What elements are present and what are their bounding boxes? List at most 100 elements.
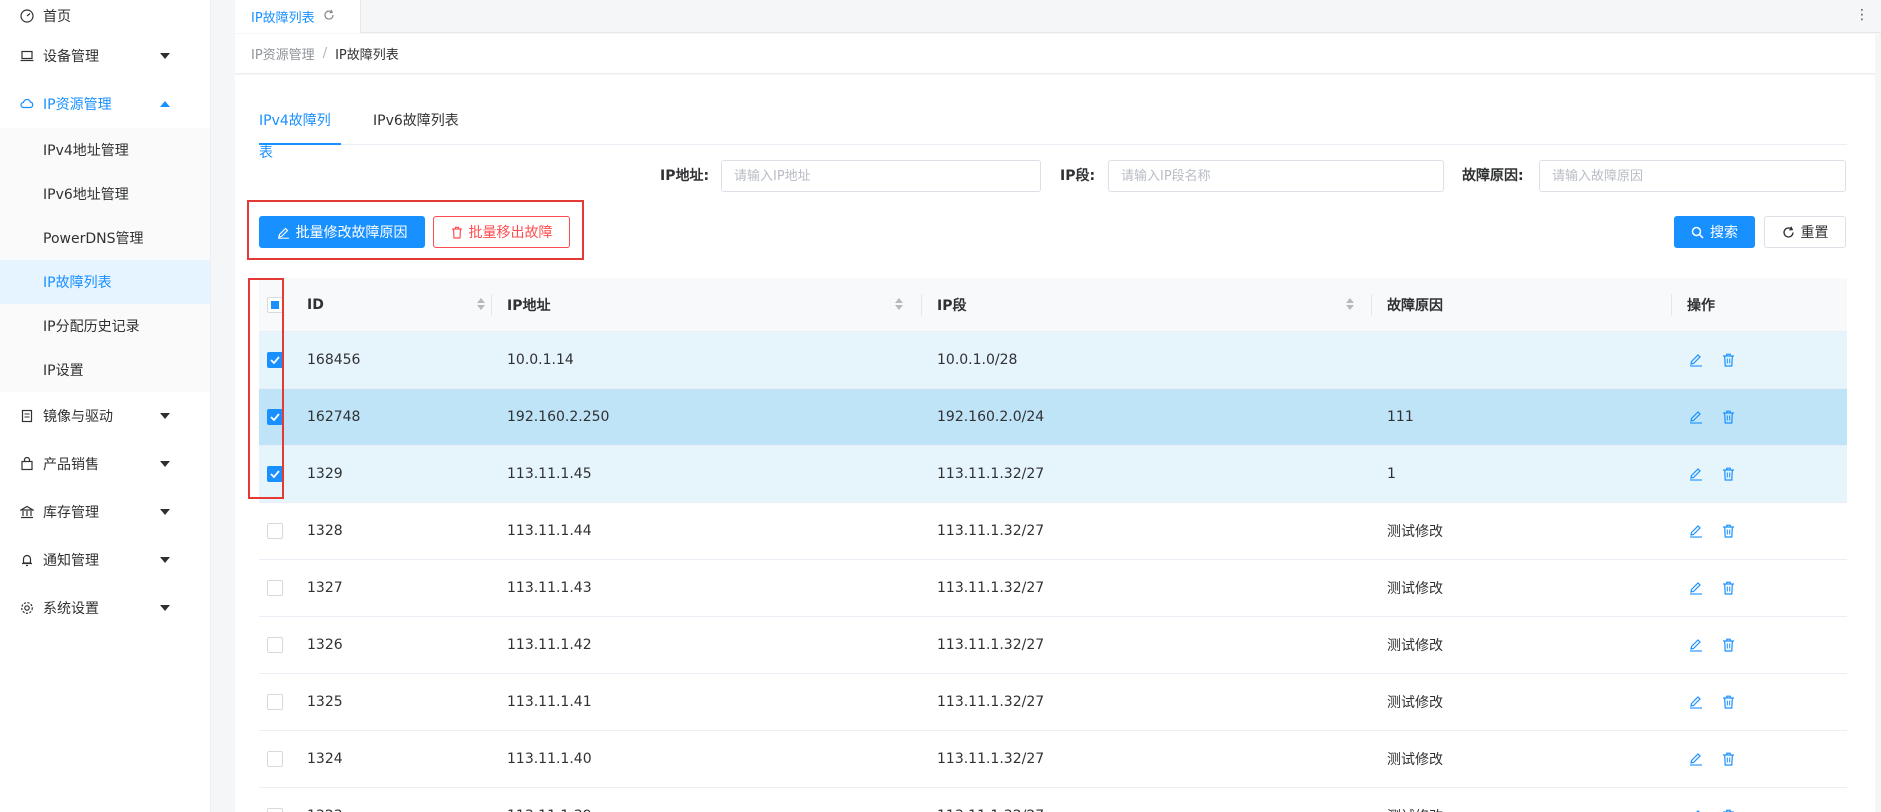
tab-ipv6-fault[interactable]: IPv6故障列表 (373, 105, 459, 145)
cell-ops (1687, 389, 1751, 445)
refresh-icon[interactable] (323, 9, 335, 25)
row-checkbox[interactable] (259, 674, 291, 730)
menu-ip-resource[interactable]: IP资源管理 (0, 80, 210, 128)
ip-address-input[interactable] (721, 160, 1041, 192)
page-tab-bar: IP故障列表 ⋮ (235, 0, 1881, 33)
delete-icon[interactable] (1719, 807, 1737, 812)
menu-ip-resource-label: IP资源管理 (43, 97, 112, 113)
row-checkbox[interactable] (259, 560, 291, 616)
menu-stock[interactable]: 库存管理 (0, 488, 210, 536)
cell-ip: 113.11.1.41 (507, 694, 592, 710)
fault-reason-input[interactable] (1539, 160, 1846, 192)
cell-ops (1687, 332, 1751, 388)
cell-segment: 113.11.1.32/27 (937, 466, 1045, 482)
delete-icon[interactable] (1719, 408, 1737, 426)
menu-home[interactable]: 首页 (0, 0, 210, 32)
menu-mirror[interactable]: 镜像与驱动 (0, 392, 210, 440)
row-checkbox[interactable] (259, 503, 291, 559)
edit-icon[interactable] (1687, 351, 1705, 369)
delete-icon[interactable] (1719, 579, 1737, 597)
submenu-ip-fault[interactable]: IP故障列表 (0, 260, 210, 304)
tab-ipv4-fault[interactable]: IPv4故障列表 (259, 105, 341, 161)
more-vertical-icon[interactable]: ⋮ (1855, 7, 1869, 23)
delete-icon[interactable] (1719, 750, 1737, 768)
edit-icon[interactable] (1687, 522, 1705, 540)
cell-ops (1687, 788, 1751, 812)
delete-icon[interactable] (1719, 465, 1737, 483)
sort-segment-icon[interactable] (1346, 298, 1354, 310)
menu-notify[interactable]: 通知管理 (0, 536, 210, 584)
cell-reason: 111 (1387, 409, 1414, 425)
table-row[interactable]: 1323 113.11.1.39 113.11.1.32/27 测试修改 (259, 788, 1847, 812)
menu-stock-label: 库存管理 (43, 505, 99, 521)
table-row[interactable]: 1325 113.11.1.41 113.11.1.32/27 测试修改 (259, 674, 1847, 731)
checkbox-empty-icon (267, 580, 283, 596)
page-tab-ip-fault[interactable]: IP故障列表 (235, 0, 361, 33)
search-button[interactable]: 搜索 (1674, 216, 1755, 248)
table-row[interactable]: 1328 113.11.1.44 113.11.1.32/27 测试修改 (259, 503, 1847, 560)
batch-remove-fault-button[interactable]: 批量移出故障 (433, 216, 570, 248)
cell-ip: 113.11.1.45 (507, 466, 592, 482)
menu-system[interactable]: 系统设置 (0, 584, 210, 632)
table-row[interactable]: 1326 113.11.1.42 113.11.1.32/27 测试修改 (259, 617, 1847, 674)
cell-segment: 192.160.2.0/24 (937, 409, 1045, 425)
submenu-ip-history[interactable]: IP分配历史记录 (0, 304, 210, 348)
select-all-checkbox[interactable] (259, 278, 291, 331)
cell-ip: 113.11.1.43 (507, 580, 592, 596)
edit-icon[interactable] (1687, 807, 1705, 812)
ip-version-tabs: IPv4故障列表 IPv6故障列表 (259, 105, 1847, 161)
submenu-ip-settings[interactable]: IP设置 (0, 348, 210, 392)
edit-icon[interactable] (1687, 750, 1705, 768)
submenu-powerdns[interactable]: PowerDNS管理 (0, 216, 210, 260)
ip-resource-submenu: IPv4地址管理 IPv6地址管理 PowerDNS管理 IP故障列表 IP分配… (0, 128, 210, 392)
delete-icon[interactable] (1719, 351, 1737, 369)
delete-icon[interactable] (1719, 636, 1737, 654)
sort-ip-icon[interactable] (895, 298, 903, 310)
edit-icon[interactable] (1687, 693, 1705, 711)
cell-id: 1328 (307, 523, 343, 539)
submenu-ipv6[interactable]: IPv6地址管理 (0, 172, 210, 216)
reset-button[interactable]: 重置 (1764, 216, 1846, 248)
cell-ops (1687, 446, 1751, 502)
row-checkbox[interactable] (259, 731, 291, 787)
cell-segment: 10.0.1.0/28 (937, 352, 1018, 368)
batch-edit-reason-button[interactable]: 批量修改故障原因 (259, 216, 425, 248)
breadcrumb-parent[interactable]: IP资源管理 (251, 44, 315, 63)
row-checkbox[interactable] (259, 617, 291, 673)
cell-segment: 113.11.1.32/27 (937, 694, 1045, 710)
cell-segment: 113.11.1.32/27 (937, 788, 1044, 812)
column-header-id: ID (307, 296, 324, 313)
table-row[interactable]: 1327 113.11.1.43 113.11.1.32/27 测试修改 (259, 560, 1847, 617)
edit-icon[interactable] (1687, 408, 1705, 426)
cell-reason: 测试修改 (1387, 581, 1443, 597)
cell-reason: 1 (1387, 466, 1396, 482)
cloud-icon (20, 97, 34, 111)
sort-id-icon[interactable] (477, 298, 485, 310)
ip-segment-input[interactable] (1108, 160, 1444, 192)
edit-icon[interactable] (1687, 636, 1705, 654)
cell-segment: 113.11.1.32/27 (937, 637, 1045, 653)
cell-ip: 113.11.1.40 (507, 751, 592, 767)
fault-table: ID IP地址 IP段 故障原因 操作 168456 10.0.1.14 10.0.… (259, 278, 1847, 812)
edit-icon[interactable] (1687, 579, 1705, 597)
edit-icon[interactable] (1687, 465, 1705, 483)
table-row[interactable]: 168456 10.0.1.14 10.0.1.0/28 (259, 332, 1847, 389)
menu-device[interactable]: 设备管理 (0, 32, 210, 80)
breadcrumb-separator: / (322, 46, 328, 61)
submenu-ipv4[interactable]: IPv4地址管理 (0, 128, 210, 172)
bank-icon (20, 505, 34, 519)
row-checkbox[interactable] (259, 332, 291, 388)
delete-icon[interactable] (1719, 693, 1737, 711)
row-checkbox[interactable] (259, 788, 291, 812)
table-row[interactable]: 162748 192.160.2.250 192.160.2.0/24 111 (259, 389, 1847, 446)
checkbox-checked-icon (267, 409, 283, 425)
page-tab-label: IP故障列表 (251, 11, 315, 26)
delete-icon[interactable] (1719, 522, 1737, 540)
caret-down-icon (160, 461, 170, 467)
table-row[interactable]: 1329 113.11.1.45 113.11.1.32/27 1 (259, 446, 1847, 503)
row-checkbox[interactable] (259, 446, 291, 502)
cell-reason: 测试修改 (1387, 788, 1443, 812)
table-row[interactable]: 1324 113.11.1.40 113.11.1.32/27 测试修改 (259, 731, 1847, 788)
menu-sales[interactable]: 产品销售 (0, 440, 210, 488)
row-checkbox[interactable] (259, 389, 291, 445)
